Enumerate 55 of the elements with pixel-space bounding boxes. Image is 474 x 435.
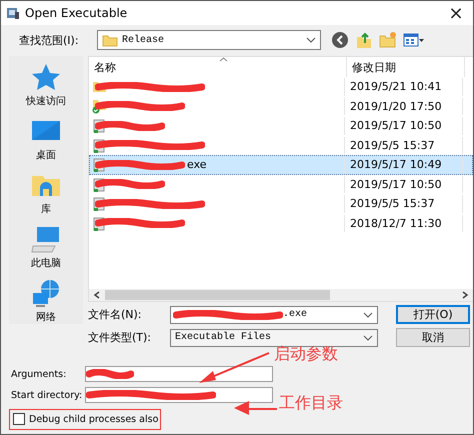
date-cell: 2019/5/17 10:49 (344, 156, 462, 174)
folder-icon (102, 33, 118, 47)
sidebar-item[interactable]: 快速访问 (26, 62, 66, 108)
close-button[interactable]: × (439, 1, 473, 25)
chevron-icon (363, 312, 373, 318)
field-label: Start directory: (11, 390, 84, 400)
date-cell: 2019/5/5 15:37 (344, 136, 462, 154)
file-name-field[interactable]: .exe (170, 306, 378, 324)
dialog-button[interactable]: 打开(O) (396, 305, 470, 324)
back-icon[interactable] (331, 31, 349, 49)
checkbox-label: Debug child processes also (29, 414, 158, 424)
annotation-text: 启动参数 (274, 344, 338, 365)
field-label: 文件类型(T): (88, 330, 152, 345)
date-cell: 2019/5/17 10:50 (344, 117, 462, 134)
scrollbar-thumb[interactable] (105, 290, 330, 300)
look-in-label: 查找范围(I): (18, 32, 80, 48)
date-cell: 2019/1/20 17:50 (344, 98, 462, 115)
app-icon (6, 6, 20, 20)
date-cell: 2019/5/5 15:37 (344, 195, 462, 212)
chevron-icon (306, 37, 316, 43)
chevron-icon (363, 334, 373, 340)
column-header[interactable]: 名称 (89, 57, 346, 77)
sidebar-item[interactable]: 桌面 (30, 116, 62, 162)
view-menu-icon[interactable] (403, 31, 425, 49)
network-icon (30, 278, 62, 308)
window-title: Open Executable (25, 6, 128, 20)
file-name: exe (187, 158, 207, 172)
column-header[interactable]: 修改日期 (346, 57, 464, 77)
scroll-left-icon (93, 291, 101, 299)
field-label: 文件名(N): (88, 307, 143, 322)
annotation-text: 工作目录 (279, 393, 343, 414)
computer-icon (30, 224, 62, 254)
file-row[interactable]: 2019/5/5 15:37 (89, 136, 473, 155)
folder-up-icon[interactable] (355, 31, 373, 49)
checkbox[interactable] (13, 413, 25, 425)
field-label: Arguments: (11, 368, 68, 380)
file-row[interactable]: 2019/5/5 15:37 (89, 194, 473, 214)
date-cell: 2019/5/21 10:41 (344, 78, 462, 96)
file-row[interactable]: 2019/5/17 10:50 (89, 116, 473, 136)
file-row[interactable]: 2019/5/17 10:50 (89, 174, 473, 194)
scroll-right-icon (461, 291, 469, 299)
look-in-dropdown[interactable]: Release (97, 30, 321, 50)
date-cell: 2018/12/7 11:30 (344, 214, 462, 232)
file-row[interactable]: 2018/12/7 11:30 (89, 214, 473, 233)
star-icon (30, 62, 62, 92)
sort-icon (219, 57, 228, 62)
text-field[interactable] (85, 387, 273, 403)
text-field[interactable] (85, 366, 273, 382)
sidebar-item[interactable]: 此电脑 (30, 224, 62, 270)
dialog-button[interactable]: 取消 (396, 328, 470, 347)
sidebar-item[interactable]: 网络 (30, 278, 62, 324)
file-row[interactable]: exe 2019/5/17 10:49 (89, 155, 473, 174)
file-type-dropdown[interactable]: Executable Files (170, 328, 378, 346)
sidebar-item[interactable]: 库 (30, 170, 62, 216)
date-cell: 2019/5/17 10:50 (344, 176, 462, 193)
